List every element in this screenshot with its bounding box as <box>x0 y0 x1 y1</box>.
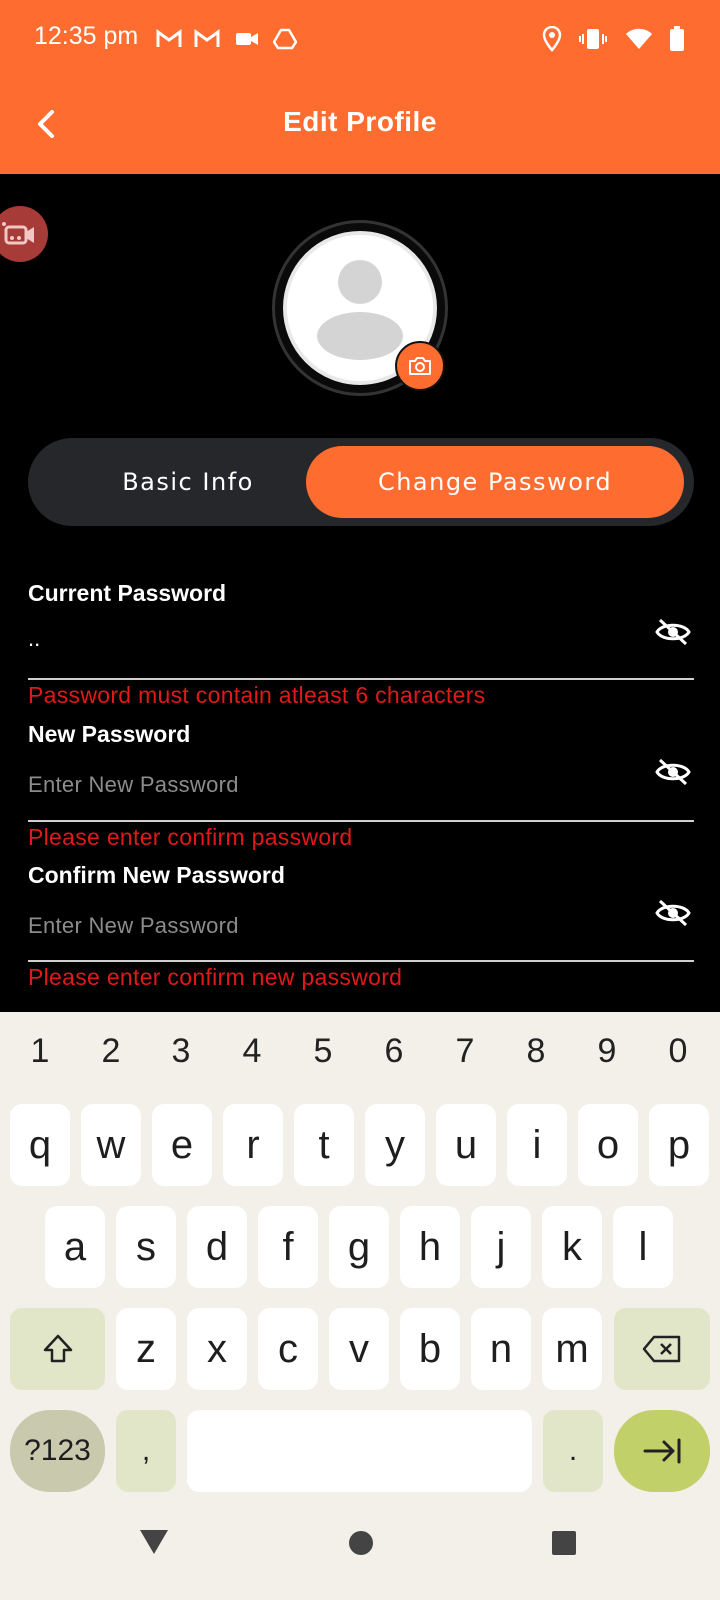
key-9[interactable]: 9 <box>577 1032 637 1071</box>
key-y[interactable]: y <box>365 1104 425 1186</box>
wifi-icon <box>624 24 654 54</box>
circle-home-icon <box>349 1531 373 1555</box>
current-password-field[interactable]: .. <box>28 626 40 652</box>
key-j[interactable]: j <box>471 1206 531 1288</box>
profile-tabs: Basic Info Change Password <box>28 438 694 526</box>
current-password-underline <box>28 678 694 680</box>
camera-icon <box>409 357 431 375</box>
gmail-icon <box>154 24 184 54</box>
drive-icon <box>270 24 300 54</box>
vibrate-icon <box>578 24 608 54</box>
current-password-label: Current Password <box>28 580 227 606</box>
gmail-icon <box>192 24 222 54</box>
symbols-key[interactable]: ?123 <box>10 1410 105 1492</box>
video-camera-icon <box>2 222 34 245</box>
eye-off-icon <box>655 899 691 927</box>
number-row: 1 2 3 4 5 6 7 8 9 0 <box>0 1032 720 1082</box>
period-key[interactable]: . <box>543 1410 603 1492</box>
tab-basic-info[interactable]: Basic Info <box>38 446 338 518</box>
key-p[interactable]: p <box>649 1104 709 1186</box>
key-3[interactable]: 3 <box>151 1032 211 1071</box>
confirm-password-underline <box>28 960 694 962</box>
key-h[interactable]: h <box>400 1206 460 1288</box>
eye-off-icon <box>655 618 691 646</box>
key-e[interactable]: e <box>152 1104 212 1186</box>
key-l[interactable]: l <box>613 1206 673 1288</box>
key-b[interactable]: b <box>400 1308 460 1390</box>
key-4[interactable]: 4 <box>222 1032 282 1071</box>
eye-off-icon <box>655 758 691 786</box>
tab-next-icon <box>643 1438 681 1464</box>
back-nav-button[interactable] <box>138 1528 170 1561</box>
tab-change-password[interactable]: Change Password <box>306 446 684 518</box>
key-g[interactable]: g <box>329 1206 389 1288</box>
confirm-password-error: Please enter confirm new password <box>28 964 403 990</box>
backspace-icon <box>642 1335 681 1363</box>
new-password-label: New Password <box>28 721 191 747</box>
status-time: 12:35 pm <box>34 22 139 50</box>
new-password-underline <box>28 820 694 822</box>
page-title: Edit Profile <box>283 106 437 137</box>
status-bar: 12:35 pm <box>0 0 720 78</box>
triangle-back-icon <box>140 1530 168 1554</box>
key-d[interactable]: d <box>187 1206 247 1288</box>
toggle-visibility-button[interactable] <box>654 898 692 928</box>
new-password-field[interactable]: Enter New Password <box>28 772 239 798</box>
confirm-password-label: Confirm New Password <box>28 862 285 888</box>
key-6[interactable]: 6 <box>364 1032 424 1071</box>
video-icon <box>232 24 262 54</box>
key-k[interactable]: k <box>542 1206 602 1288</box>
current-password-error: Password must contain atleast 6 characte… <box>28 682 486 708</box>
key-v[interactable]: v <box>329 1308 389 1390</box>
shift-key[interactable] <box>10 1308 105 1390</box>
key-8[interactable]: 8 <box>506 1032 566 1071</box>
key-5[interactable]: 5 <box>293 1032 353 1071</box>
key-m[interactable]: m <box>542 1308 602 1390</box>
key-i[interactable]: i <box>507 1104 567 1186</box>
home-nav-button[interactable] <box>348 1530 374 1561</box>
toggle-visibility-button[interactable] <box>654 617 692 647</box>
battery-icon <box>662 24 692 54</box>
recents-nav-button[interactable] <box>551 1530 577 1561</box>
key-u[interactable]: u <box>436 1104 496 1186</box>
key-c[interactable]: c <box>258 1308 318 1390</box>
next-key[interactable] <box>614 1410 710 1492</box>
key-q[interactable]: q <box>10 1104 70 1186</box>
key-z[interactable]: z <box>116 1308 176 1390</box>
key-7[interactable]: 7 <box>435 1032 495 1071</box>
key-t[interactable]: t <box>294 1104 354 1186</box>
app-header: 12:35 pm Edit Profile <box>0 0 720 174</box>
comma-key[interactable]: , <box>116 1410 176 1492</box>
toggle-visibility-button[interactable] <box>654 757 692 787</box>
key-w[interactable]: w <box>81 1104 141 1186</box>
space-key[interactable] <box>187 1410 532 1492</box>
key-n[interactable]: n <box>471 1308 531 1390</box>
key-r[interactable]: r <box>223 1104 283 1186</box>
key-s[interactable]: s <box>116 1206 176 1288</box>
confirm-password-field[interactable]: Enter New Password <box>28 913 239 939</box>
key-x[interactable]: x <box>187 1308 247 1390</box>
shift-icon <box>43 1334 72 1363</box>
record-button[interactable] <box>0 206 48 262</box>
key-1[interactable]: 1 <box>10 1032 70 1071</box>
key-f[interactable]: f <box>258 1206 318 1288</box>
key-o[interactable]: o <box>578 1104 638 1186</box>
location-icon <box>537 24 567 54</box>
backspace-key[interactable] <box>614 1308 710 1390</box>
key-0[interactable]: 0 <box>648 1032 708 1071</box>
square-recents-icon <box>552 1531 576 1555</box>
new-password-error: Please enter confirm password <box>28 824 353 850</box>
key-2[interactable]: 2 <box>81 1032 141 1071</box>
key-a[interactable]: a <box>45 1206 105 1288</box>
change-photo-button[interactable] <box>395 341 445 391</box>
system-nav-bar <box>0 1500 720 1600</box>
